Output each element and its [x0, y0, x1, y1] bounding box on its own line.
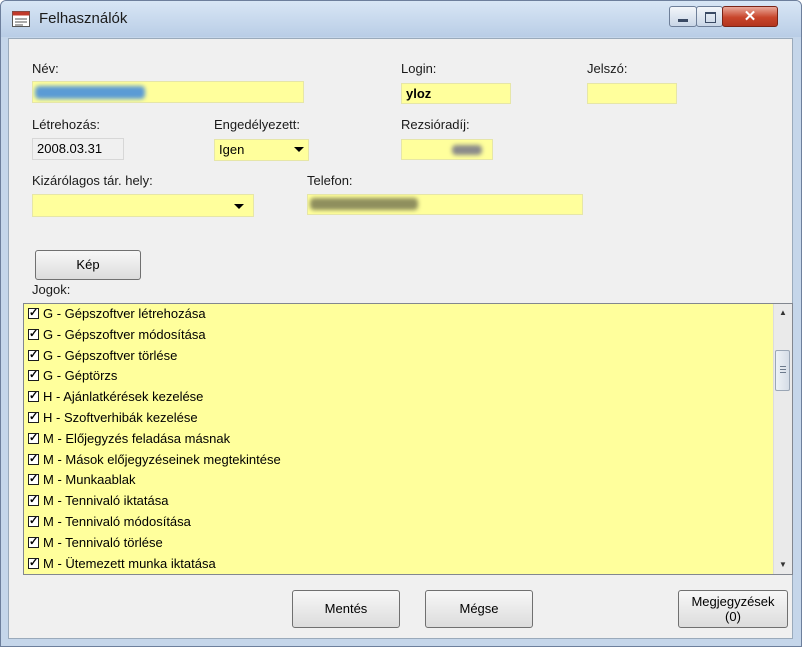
- jogok-list-item[interactable]: ✓ H - Ajánlatkérések kezelése: [24, 387, 792, 408]
- jogok-label: Jogok:: [32, 282, 71, 297]
- letrehozas-field: 2008.03.31: [32, 138, 124, 160]
- jogok-list-item[interactable]: ✓ H - Szoftverhibák kezelése: [24, 408, 792, 429]
- redacted-blur: [452, 145, 482, 155]
- checkbox[interactable]: ✓: [28, 515, 39, 527]
- maximize-icon: [705, 12, 716, 23]
- checkbox[interactable]: ✓: [28, 411, 39, 423]
- dropdown-arrow-icon[interactable]: [294, 147, 304, 152]
- jogok-list-item[interactable]: ✓ M - Tennivaló törlése: [24, 533, 792, 554]
- checkbox[interactable]: ✓: [28, 391, 39, 403]
- jogok-list-item[interactable]: ✓ M - Tennivaló módosítása: [24, 512, 792, 533]
- title-bar[interactable]: Felhasználók ✕: [1, 1, 801, 37]
- checkbox[interactable]: ✓: [28, 557, 39, 569]
- jogok-item-label: H - Ajánlatkérések kezelése: [43, 389, 204, 405]
- jogok-item-label: M - Tennivaló iktatása: [43, 493, 169, 509]
- jogok-list-item[interactable]: ✓ M - Ütemezett munka iktatása: [24, 554, 792, 574]
- jogok-item-label: G - Gépszoftver módosítása: [43, 326, 206, 342]
- login-label: Login:: [401, 61, 437, 76]
- letrehozas-label: Létrehozás:: [32, 117, 100, 132]
- kizarolagos-select[interactable]: [32, 194, 254, 217]
- engedelyezett-label: Engedélyezett:: [214, 117, 301, 132]
- jogok-list-item[interactable]: ✓ M - Munkaablak: [24, 470, 792, 491]
- jogok-item-label: M - Tennivaló módosítása: [43, 513, 191, 529]
- megse-button[interactable]: Mégse: [425, 590, 533, 628]
- jogok-list-item[interactable]: ✓ G - Gépszoftver létrehozása: [24, 304, 792, 325]
- checkbox[interactable]: ✓: [28, 349, 39, 361]
- kep-button[interactable]: Kép: [35, 250, 141, 280]
- jogok-item-label: M - Tennivaló törlése: [43, 534, 163, 550]
- jogok-list-item[interactable]: ✓ M - Tennivaló iktatása: [24, 491, 792, 512]
- rezsioradij-label: Rezsióradíj:: [401, 117, 470, 132]
- scroll-up-arrow-icon[interactable]: ▲: [774, 304, 792, 322]
- checkbox[interactable]: ✓: [28, 308, 39, 319]
- jogok-item-label: M - Ütemezett munka iktatása: [43, 555, 216, 571]
- checkbox[interactable]: ✓: [28, 432, 39, 444]
- checkbox[interactable]: ✓: [28, 474, 39, 486]
- redacted-blur: [310, 198, 418, 210]
- jogok-item-label: M - Előjegyzés feladása másnak: [43, 430, 231, 446]
- checkbox[interactable]: ✓: [28, 495, 39, 507]
- megjegyzesek-button[interactable]: Megjegyzések (0): [678, 590, 788, 628]
- minimize-icon: [678, 19, 688, 22]
- minimize-button[interactable]: [669, 6, 697, 27]
- maximize-button[interactable]: [696, 6, 723, 27]
- telefon-field[interactable]: [307, 194, 583, 215]
- jogok-list-item[interactable]: ✓ G - Géptörzs: [24, 366, 792, 387]
- jogok-list-item[interactable]: ✓ M - Előjegyzés feladása másnak: [24, 429, 792, 450]
- jogok-checklist[interactable]: ✓ G - Gépszoftver létrehozása ✓ G - Gépszof…: [23, 303, 793, 575]
- megjegyzesek-label: Megjegyzések: [691, 594, 775, 609]
- checkbox[interactable]: ✓: [28, 370, 39, 382]
- nev-field[interactable]: [32, 81, 304, 103]
- login-field[interactable]: yloz: [401, 83, 511, 104]
- jogok-list-item[interactable]: ✓ G - Gépszoftver törlése: [24, 346, 792, 367]
- list-scrollbar[interactable]: ▲ ▼: [773, 304, 792, 574]
- checkbox[interactable]: ✓: [28, 328, 39, 340]
- scroll-down-arrow-icon[interactable]: ▼: [774, 556, 792, 574]
- jogok-item-label: G - Gépszoftver törlése: [43, 347, 178, 363]
- redacted-blur: [35, 86, 145, 99]
- jelszo-label: Jelszó:: [587, 61, 628, 76]
- app-window: Felhasználók ✕ Név: Login: yloz Jelszó: …: [0, 0, 802, 647]
- jogok-item-label: H - Szoftverhibák kezelése: [43, 409, 198, 425]
- jogok-list-item[interactable]: ✓ M - Mások előjegyzéseinek megtekintése: [24, 450, 792, 471]
- jogok-list-item[interactable]: ✓ G - Gépszoftver módosítása: [24, 325, 792, 346]
- jogok-item-label: M - Munkaablak: [43, 472, 136, 488]
- megjegyzesek-count: (0): [725, 609, 741, 624]
- dropdown-arrow-icon[interactable]: [234, 204, 244, 209]
- checkbox[interactable]: ✓: [28, 453, 39, 465]
- grip-line: [780, 369, 786, 370]
- grip-line: [780, 366, 786, 367]
- close-icon: ✕: [743, 8, 757, 25]
- rezsioradij-field[interactable]: [401, 139, 493, 160]
- jogok-item-label: M - Mások előjegyzéseinek megtekintése: [43, 451, 281, 467]
- nev-label: Név:: [32, 61, 59, 76]
- scroll-thumb[interactable]: [775, 350, 790, 391]
- jogok-item-label: G - Géptörzs: [43, 368, 118, 384]
- checkbox[interactable]: ✓: [28, 536, 39, 548]
- app-icon: [12, 11, 30, 27]
- engedelyezett-select[interactable]: Igen: [214, 139, 309, 161]
- engedelyezett-value: Igen: [219, 142, 245, 157]
- jogok-item-label: G - Gépszoftver létrehozása: [43, 306, 206, 321]
- close-button[interactable]: ✕: [722, 6, 778, 27]
- jelszo-field[interactable]: [587, 83, 677, 104]
- mentes-button[interactable]: Mentés: [292, 590, 400, 628]
- telefon-label: Telefon:: [307, 173, 353, 188]
- grip-line: [780, 372, 786, 373]
- window-title: Felhasználók: [39, 10, 128, 27]
- kizarolagos-label: Kizárólagos tár. hely:: [32, 173, 153, 188]
- jogok-items: ✓ G - Gépszoftver létrehozása ✓ G - Gépszof…: [24, 304, 792, 574]
